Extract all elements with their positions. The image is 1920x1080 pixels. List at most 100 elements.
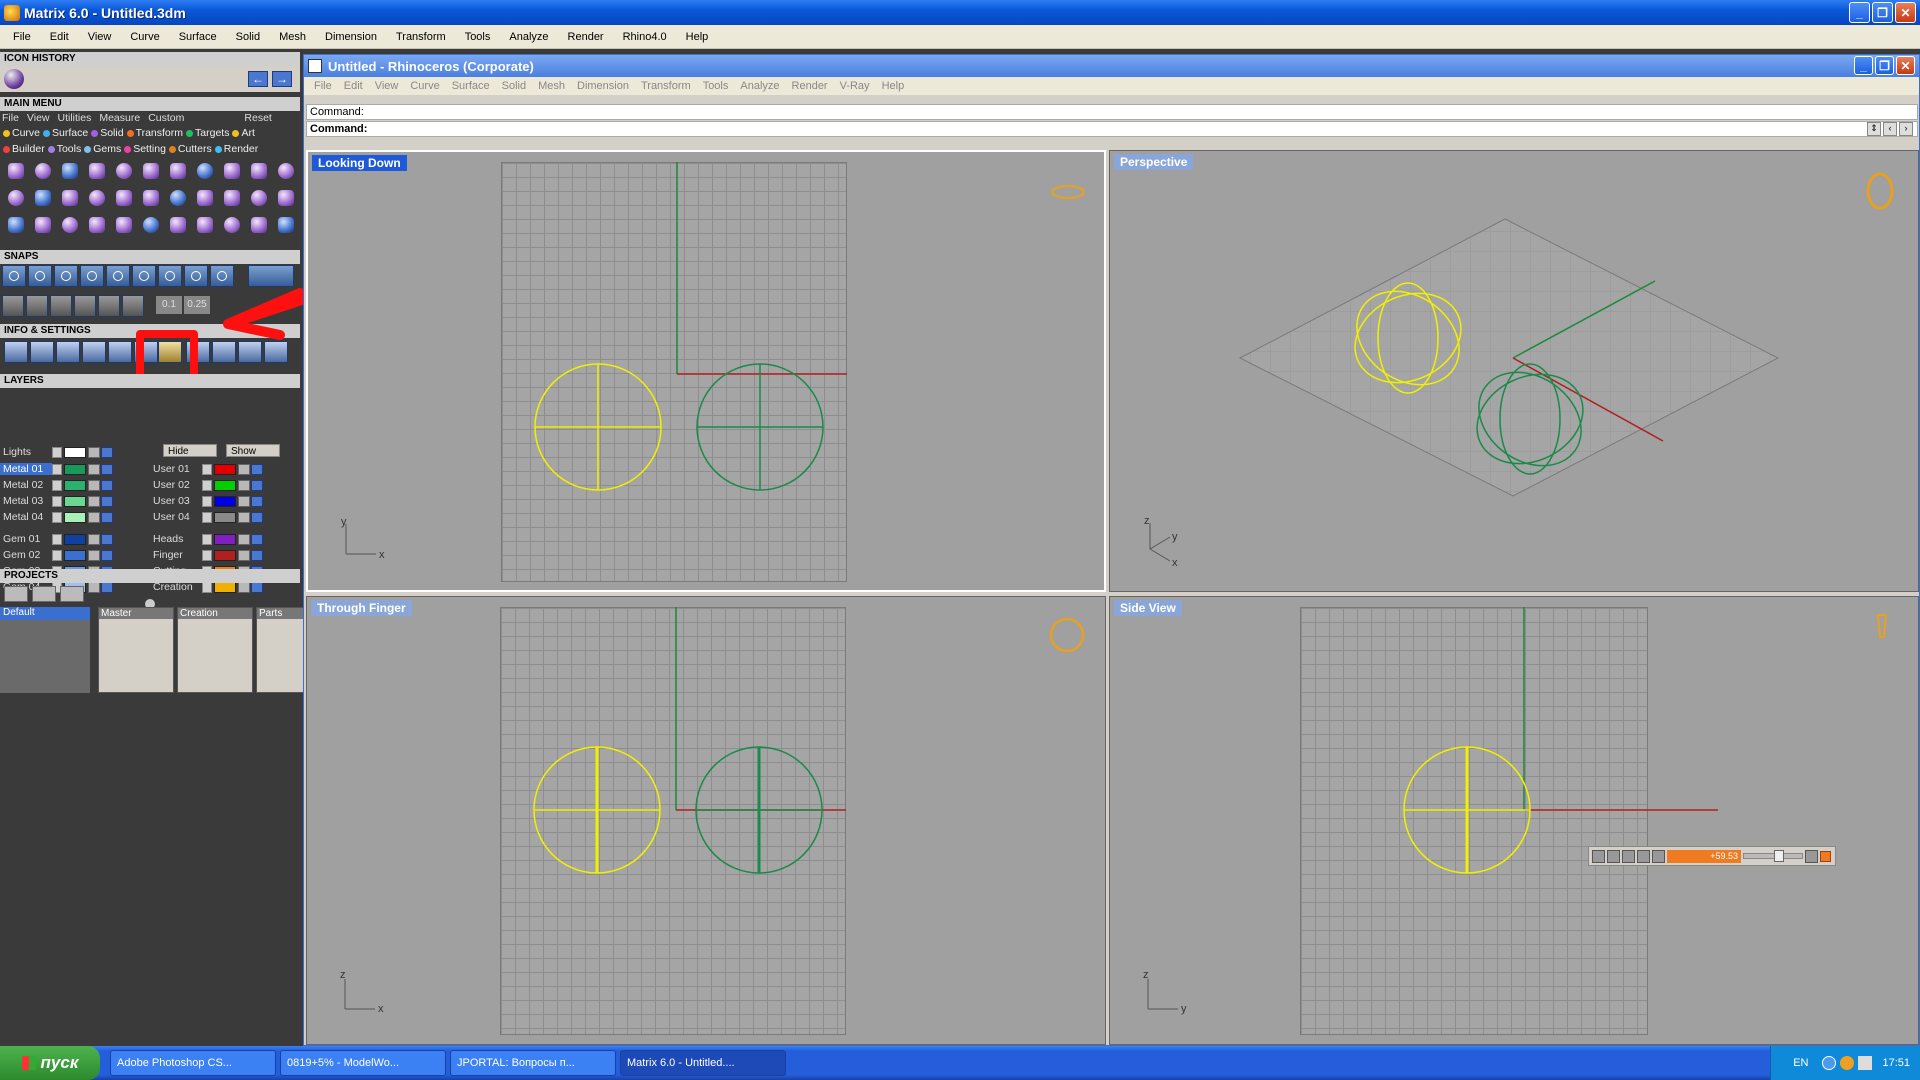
snap-button[interactable] (54, 265, 78, 287)
category-curve[interactable]: Curve (12, 127, 40, 139)
taskbar-task[interactable]: JPORTAL: Вопросы п... (450, 1050, 616, 1076)
rhino-close-button[interactable]: ✕ (1896, 56, 1915, 75)
tool-button[interactable] (166, 160, 190, 182)
tool-button[interactable] (139, 214, 163, 236)
slider-handle[interactable] (1774, 850, 1784, 862)
layer-name[interactable]: Metal 03 (0, 495, 52, 507)
command-prev-icon[interactable]: ‹ (1883, 122, 1897, 136)
viewport-looking-down[interactable]: Looking Down y x (306, 150, 1106, 592)
taskbar-task[interactable]: Matrix 6.0 - Untitled.... (620, 1050, 786, 1076)
tool-button[interactable] (139, 187, 163, 209)
layer-color-swatch[interactable] (214, 495, 236, 507)
tool-button[interactable] (4, 214, 28, 236)
layer-expand-icon[interactable] (202, 533, 212, 545)
rhino-menu-edit[interactable]: Edit (338, 80, 369, 92)
layer-expand-icon[interactable] (202, 495, 212, 507)
main-tab-utilities[interactable]: Utilities (58, 112, 92, 124)
layer-expand-icon[interactable] (52, 549, 62, 561)
tool-button[interactable] (58, 214, 82, 236)
layer-row[interactable]: User 02 (150, 478, 263, 492)
layer-name[interactable]: User 04 (150, 511, 202, 523)
layer-row[interactable]: Gem 02 (0, 548, 113, 562)
rhino-menu-vray[interactable]: V-Ray (834, 80, 876, 92)
tool-button[interactable] (193, 187, 217, 209)
layer-name[interactable]: User 03 (150, 495, 202, 507)
layer-lock-icon[interactable] (88, 446, 100, 458)
viewport-perspective[interactable]: Perspective z y x (1109, 150, 1919, 592)
grid-snap-button[interactable] (50, 295, 72, 317)
viewport-through-finger[interactable]: Through Finger z x (306, 596, 1106, 1045)
layer-expand-icon[interactable] (202, 463, 212, 475)
step-back-icon[interactable] (1607, 849, 1620, 863)
category-tools[interactable]: Tools (57, 143, 82, 155)
category-transform[interactable]: Transform (136, 127, 183, 139)
layer-row[interactable]: User 03 (150, 494, 263, 508)
rhino-minimize-button[interactable]: _ (1854, 56, 1873, 75)
tool-button[interactable] (112, 214, 136, 236)
tool-button[interactable] (85, 214, 109, 236)
layer-lock-icon[interactable] (88, 495, 100, 507)
layer-row[interactable]: Finger (150, 548, 263, 562)
info-settings-button[interactable] (264, 341, 288, 363)
snap-button[interactable] (106, 265, 130, 287)
snap-button[interactable] (80, 265, 104, 287)
rhino-menu-file[interactable]: File (308, 80, 338, 92)
layer-show-button[interactable]: Show (226, 444, 280, 457)
tool-button[interactable] (247, 187, 271, 209)
layer-expand-icon[interactable] (52, 495, 62, 507)
category-cutters[interactable]: Cutters (178, 143, 212, 155)
project-thumbnail[interactable]: Creation (177, 607, 253, 693)
category-setting[interactable]: Setting (133, 143, 166, 155)
layer-visibility-icon[interactable] (101, 463, 113, 475)
layer-name[interactable]: Gem 01 (0, 533, 52, 545)
main-menu-help[interactable]: Help (679, 31, 721, 43)
layer-visibility-icon[interactable] (101, 549, 113, 561)
slider-option-icon[interactable] (1820, 850, 1831, 862)
layer-expand-icon[interactable] (202, 479, 212, 491)
layer-row[interactable]: User 01 (150, 462, 263, 476)
category-surface[interactable]: Surface (52, 127, 88, 139)
layer-expand-icon[interactable] (52, 533, 62, 545)
main-menu-analyze[interactable]: Analyze (502, 31, 560, 43)
main-menu-file[interactable]: File (6, 31, 43, 43)
layer-expand-icon[interactable] (52, 479, 62, 491)
info-settings-button[interactable] (56, 341, 80, 363)
tool-button[interactable] (220, 187, 244, 209)
main-menu-curve[interactable]: Curve (123, 31, 171, 43)
main-menu-surface[interactable]: Surface (172, 31, 229, 43)
tool-button[interactable] (31, 214, 55, 236)
layer-name[interactable]: User 02 (150, 479, 202, 491)
tool-button[interactable] (166, 214, 190, 236)
layer-visibility-icon[interactable] (251, 511, 263, 523)
layer-row[interactable]: Metal 03 (0, 494, 113, 508)
layer-row[interactable]: Lights (0, 445, 113, 459)
category-gems[interactable]: Gems (93, 143, 121, 155)
layer-lock-icon[interactable] (238, 549, 250, 561)
printer-icon[interactable] (1858, 1056, 1873, 1070)
rhino-menu-dimension[interactable]: Dimension (571, 80, 635, 92)
snap-value-field[interactable]: 0.1 (156, 296, 182, 314)
rhino-menu-analyze[interactable]: Analyze (734, 80, 785, 92)
layer-row[interactable]: Metal 02 (0, 478, 113, 492)
layer-row[interactable]: User 04 (150, 510, 263, 524)
rhino-menu-tools[interactable]: Tools (697, 80, 735, 92)
info-settings-button[interactable] (212, 341, 236, 363)
layer-visibility-icon[interactable] (251, 495, 263, 507)
info-settings-button[interactable] (30, 341, 54, 363)
layer-lock-icon[interactable] (238, 479, 250, 491)
info-settings-button[interactable] (108, 341, 132, 363)
layer-lock-icon[interactable] (238, 511, 250, 523)
project-default[interactable]: Default (0, 607, 90, 620)
rhino-menu-render[interactable]: Render (786, 80, 834, 92)
rhino-menu-solid[interactable]: Solid (496, 80, 532, 92)
restore-button[interactable]: ❐ (1872, 2, 1893, 23)
main-tab-measure[interactable]: Measure (99, 112, 140, 124)
layer-visibility-icon[interactable] (251, 479, 263, 491)
language-indicator[interactable]: EN (1793, 1057, 1808, 1069)
tool-button[interactable] (247, 160, 271, 182)
tool-button[interactable] (31, 187, 55, 209)
layer-name[interactable]: Metal 04 (0, 511, 52, 523)
main-menu-tools[interactable]: Tools (458, 31, 503, 43)
taskbar-task[interactable]: 0819+5% - ModelWo... (280, 1050, 446, 1076)
grid-snap-button[interactable] (74, 295, 96, 317)
